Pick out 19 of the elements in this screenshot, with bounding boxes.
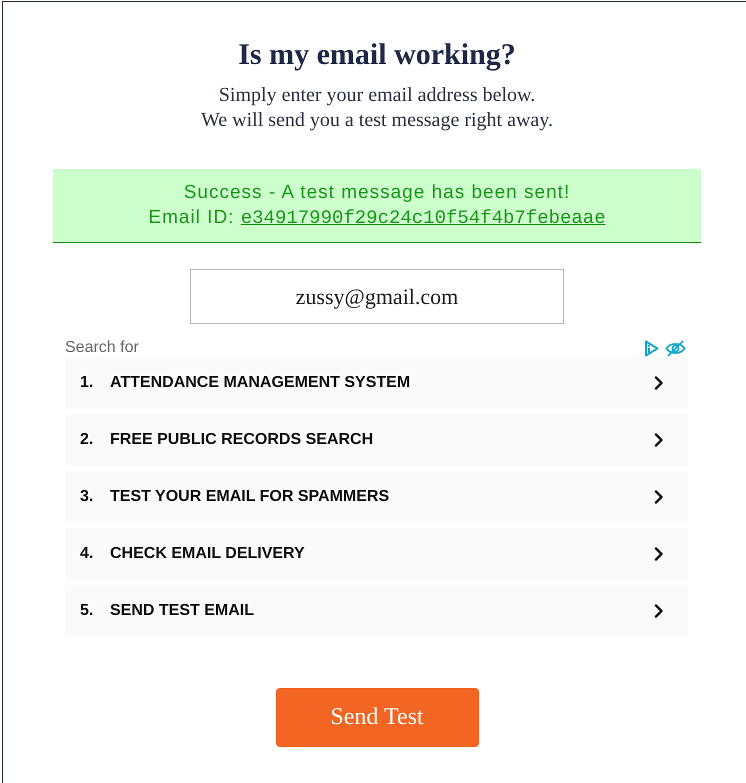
chevron-right-icon xyxy=(654,604,664,618)
success-message: Success - A test message has been sent! xyxy=(182,181,572,205)
email-id-text: Email ID: e34917990f29c24c10f54f4b7febeaae xyxy=(147,206,607,231)
chevron-right-icon xyxy=(654,376,664,390)
search-link[interactable]: 4. CHECK EMAIL DELIVERY xyxy=(65,528,688,580)
email-input-field[interactable]: zussy@gmail.com xyxy=(190,269,564,324)
page-title: Is my email working? xyxy=(237,38,517,72)
search-for-label: Search for xyxy=(65,339,139,357)
chevron-right-icon xyxy=(654,547,664,561)
chevron-right-icon xyxy=(654,433,664,447)
chevron-right-icon xyxy=(654,490,664,504)
search-link[interactable]: 1. ATTENDANCE MANAGEMENT SYSTEM xyxy=(65,357,688,409)
search-link[interactable]: 5. SEND TEST EMAIL xyxy=(65,585,688,637)
search-link[interactable]: 3. TEST YOUR EMAIL FOR SPAMMERS xyxy=(65,471,688,523)
subtitle-text: Simply enter your email address below. xyxy=(218,83,536,108)
eye-slash-icon[interactable] xyxy=(665,340,686,356)
search-link[interactable]: 2. FREE PUBLIC RECORDS SEARCH xyxy=(65,414,688,466)
subtitle-text: We will send you a test message right away. xyxy=(200,108,553,133)
info-triangle-icon[interactable] xyxy=(644,340,659,356)
